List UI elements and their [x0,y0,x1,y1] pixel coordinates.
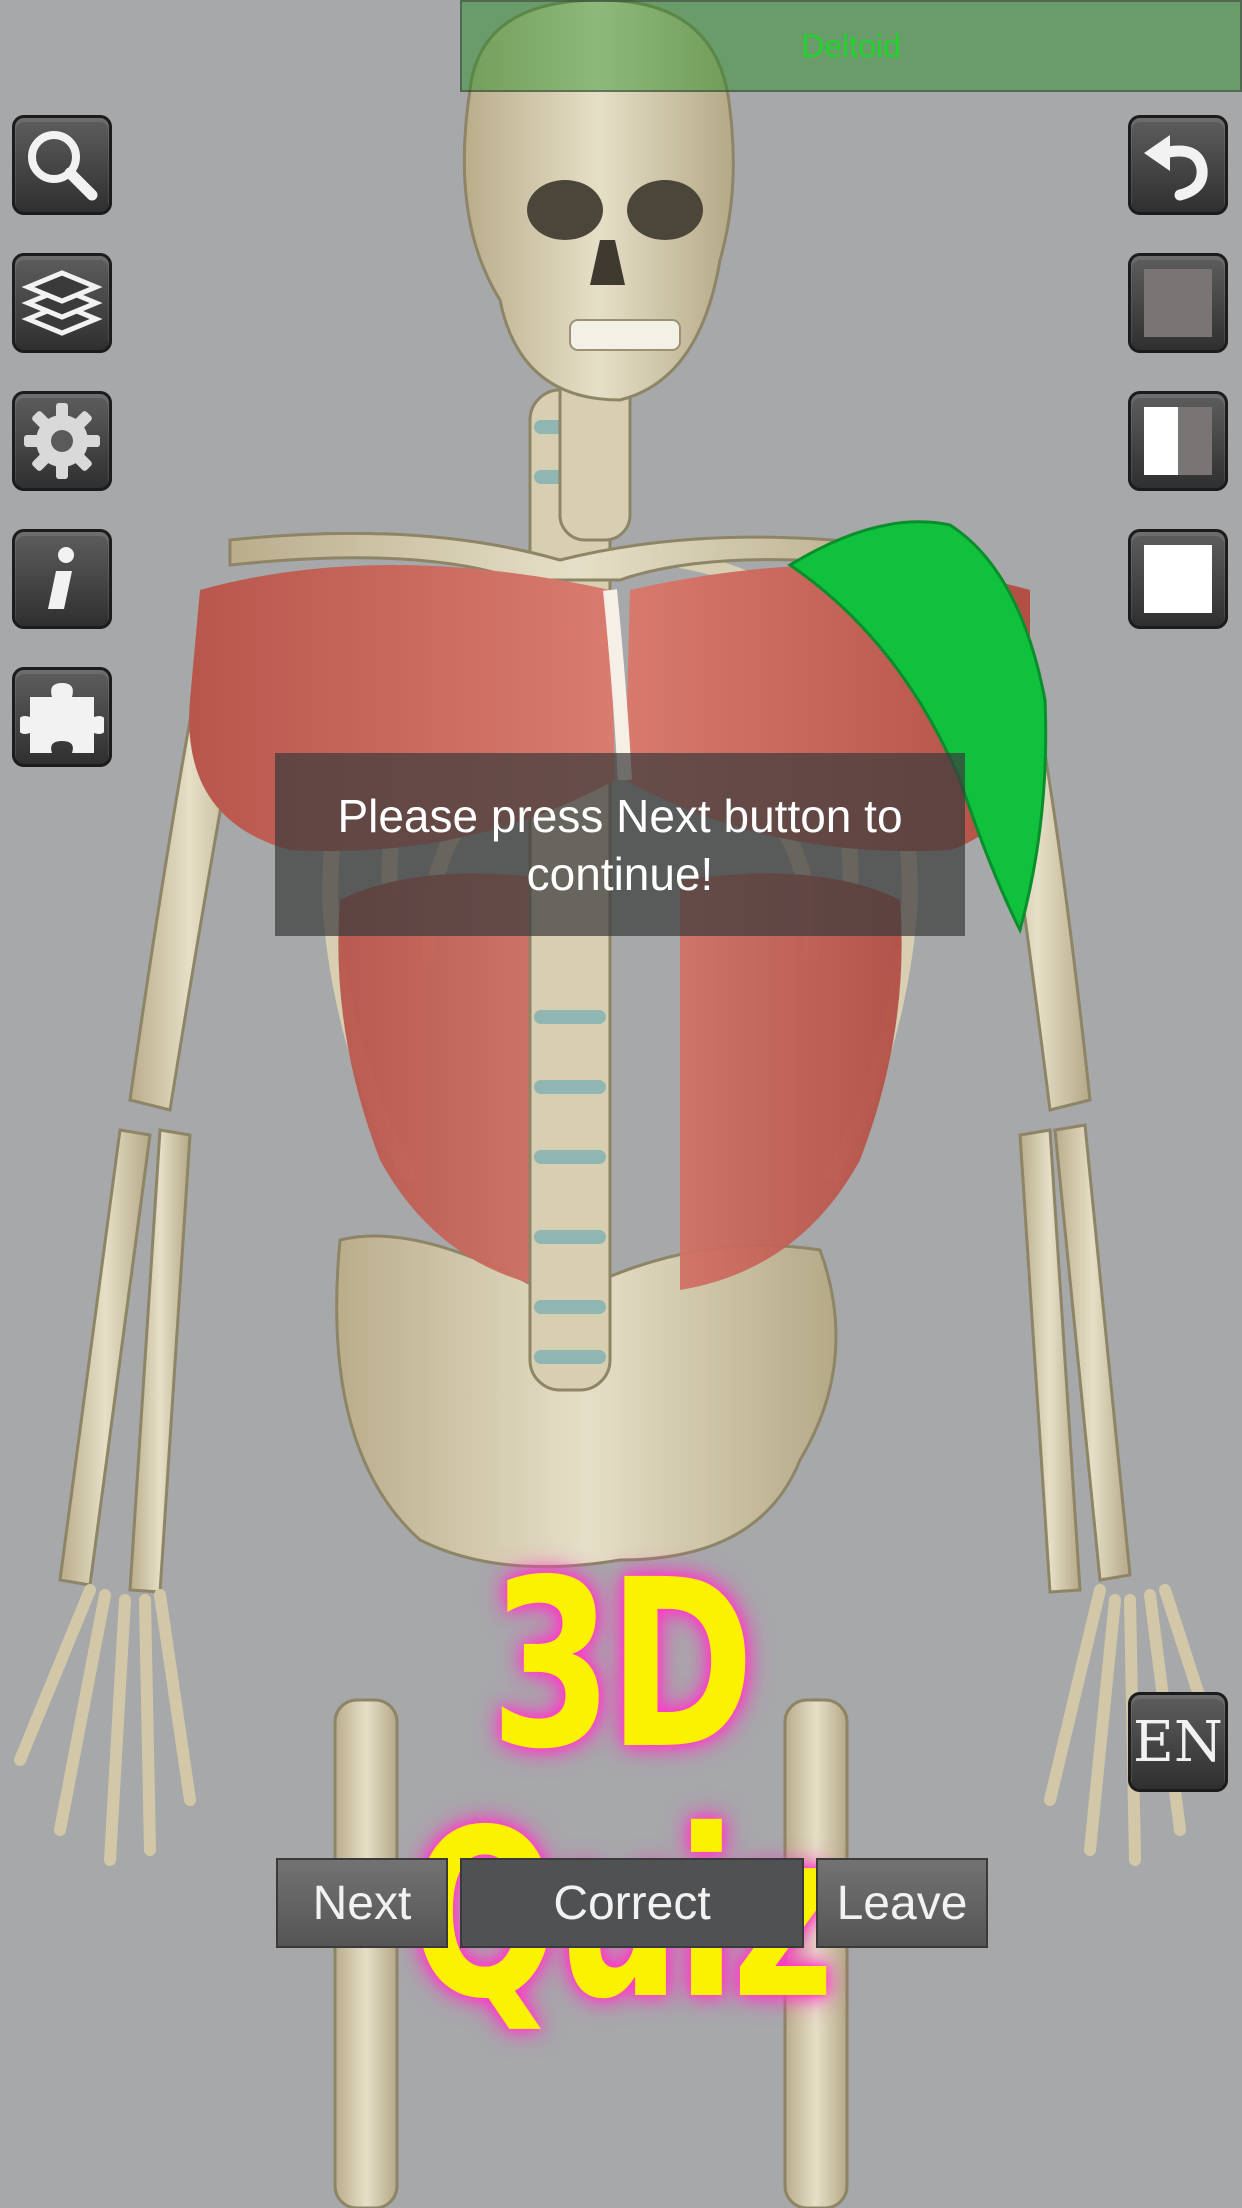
leave-button-label: Leave [836,1876,968,1930]
opacity-none-button[interactable] [1128,529,1228,629]
correct-button[interactable]: Correct [460,1858,804,1948]
puzzle-button[interactable] [12,667,112,767]
opacity-full-icon [1144,269,1212,337]
opacity-full-button[interactable] [1128,253,1228,353]
next-button-label: Next [312,1876,412,1930]
opacity-none-icon [1144,545,1212,613]
undo-icon [1144,135,1208,201]
selected-structure-banner: Deltoid [460,0,1242,92]
layers-icon [21,270,103,336]
layers-button[interactable] [12,253,112,353]
settings-button[interactable] [12,391,112,491]
undo-button[interactable] [1128,115,1228,215]
correct-button-label: Correct [553,1876,711,1930]
quiz-message: Please press Next button to continue! [275,753,965,936]
search-button[interactable] [12,115,112,215]
info-button[interactable] [12,529,112,629]
quiz-message-text: Please press Next button to continue! [337,789,903,900]
puzzle-icon [20,683,104,753]
leave-button[interactable]: Leave [816,1858,988,1948]
quiz-title: 3D Quiz [410,1530,835,2040]
info-icon [48,547,74,609]
language-label: EN [1133,1709,1223,1775]
selected-structure-label: Deltoid [801,27,901,64]
search-icon [28,131,98,201]
gear-icon [24,403,100,479]
opacity-half-icon [1144,407,1212,475]
opacity-half-button[interactable] [1128,391,1228,491]
language-button[interactable]: EN [1128,1692,1228,1792]
next-button[interactable]: Next [276,1858,448,1948]
